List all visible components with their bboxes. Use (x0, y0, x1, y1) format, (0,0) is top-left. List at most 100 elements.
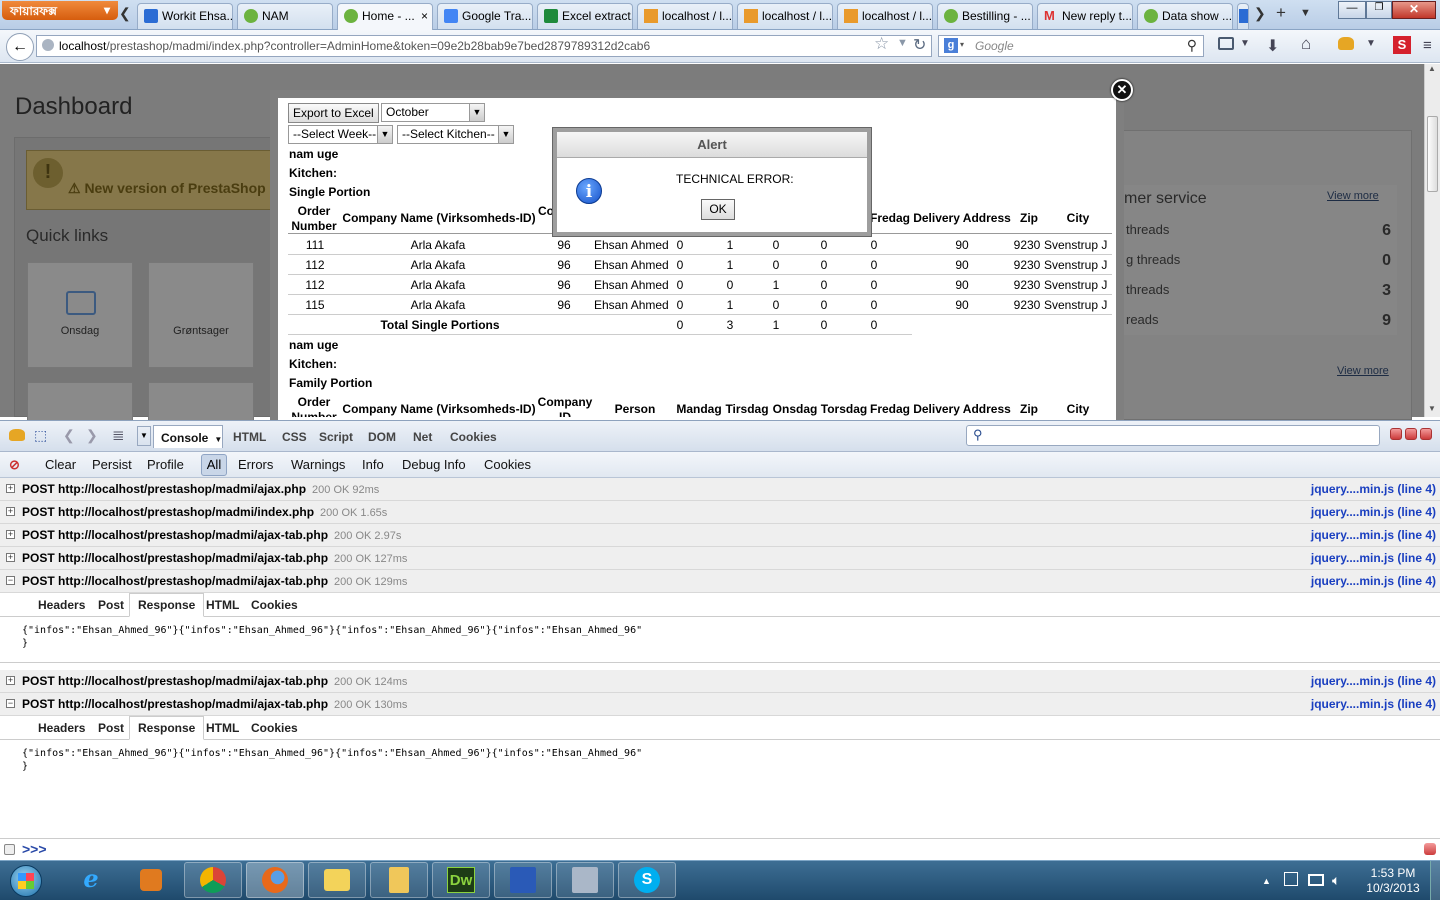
quick-link-card[interactable] (148, 382, 254, 422)
expand-toggle-icon[interactable]: − (6, 699, 15, 708)
action-center-icon[interactable] (1284, 872, 1298, 886)
source-link[interactable]: jquery....min.js (line 4) (1311, 674, 1436, 688)
bookmark-star-icon[interactable]: ☆ (874, 34, 889, 54)
list-tabs-icon[interactable]: ▼ (1300, 7, 1311, 19)
tab-data-show[interactable]: Data show ... (1137, 3, 1233, 29)
filter-debug-info[interactable]: Debug Info (402, 457, 466, 472)
volume-icon[interactable]: 🔈︎ (1332, 872, 1340, 889)
firebug-icon[interactable] (9, 429, 25, 441)
tab-overflow[interactable] (1237, 3, 1249, 29)
close-modal-icon[interactable]: ✕ (1111, 79, 1133, 101)
access-icon[interactable] (556, 862, 614, 898)
bookmarks-dropdown-icon[interactable]: ▼ (1240, 38, 1250, 49)
skype-icon[interactable]: S (618, 862, 676, 898)
scrollbar-thumb[interactable] (1427, 116, 1438, 192)
tab-html[interactable]: HTML (233, 430, 266, 444)
minimize-icon[interactable]: — (1338, 1, 1366, 19)
filter-info[interactable]: Info (362, 457, 384, 472)
tab-excel-extract[interactable]: Excel extract... (537, 3, 633, 29)
word-icon[interactable] (494, 862, 552, 898)
filter-errors[interactable]: Errors (238, 457, 273, 472)
command-line-input[interactable]: >>> (0, 838, 1440, 860)
detach-firebug-icon[interactable] (1405, 428, 1417, 440)
bookmarks-icon[interactable] (1218, 37, 1234, 50)
download-icon[interactable]: ⬇ (1266, 36, 1279, 56)
page-scrollbar[interactable]: ▲ ▼ (1424, 64, 1440, 417)
view-more-link-2[interactable]: View more (1337, 365, 1389, 377)
subtab-post[interactable]: Post (98, 598, 124, 612)
tab-net[interactable]: Net (413, 430, 432, 444)
menu-icon[interactable]: ≡ (1423, 37, 1432, 54)
close-tab-icon[interactable]: × (421, 9, 428, 23)
start-button[interactable] (2, 861, 52, 899)
tab-cookies[interactable]: Cookies (450, 430, 497, 444)
filter-cookies[interactable]: Cookies (484, 457, 531, 472)
quick-link-onsdag[interactable]: Onsdag (27, 262, 133, 368)
source-link[interactable]: jquery....min.js (line 4) (1311, 482, 1436, 496)
console-log-row[interactable]: + POST http://localhost/prestashop/madmi/… (0, 524, 1440, 547)
firebug-dropdown-icon[interactable]: ▼ (1366, 38, 1376, 49)
tab-home[interactable]: Home - ... × (337, 3, 433, 30)
close-window-icon[interactable]: ✕ (1392, 1, 1436, 19)
console-log-row[interactable]: + POST http://localhost/prestashop/madmi/… (0, 501, 1440, 524)
week-select[interactable]: --Select Week-- ▼ (288, 125, 393, 144)
expand-command-icon[interactable] (1424, 843, 1436, 855)
tab-workit[interactable]: Workit Ehsa... (137, 3, 233, 29)
tab-scroll-left-icon[interactable]: ❮ (119, 5, 131, 22)
tab-css[interactable]: CSS (282, 430, 307, 444)
kitchen-select[interactable]: --Select Kitchen-- ▼ (397, 125, 514, 144)
quick-link-grontsager[interactable]: Grøntsager (148, 262, 254, 368)
filter-all[interactable]: All (201, 454, 227, 476)
firebug-icon[interactable] (1338, 37, 1354, 50)
expand-toggle-icon[interactable]: + (6, 553, 15, 562)
scroll-up-icon[interactable]: ▲ (1428, 64, 1436, 73)
tab-phpmyadmin-1[interactable]: localhost / l... (637, 3, 733, 29)
scroll-down-icon[interactable]: ▼ (1428, 404, 1436, 413)
console-log-row[interactable]: + POST http://localhost/prestashop/madmi/… (0, 547, 1440, 570)
tab-gmail[interactable]: M New reply t... (1037, 3, 1133, 29)
inspect-icon[interactable]: ⬚ (34, 427, 47, 444)
media-player-icon[interactable] (122, 862, 180, 898)
source-link[interactable]: jquery....min.js (line 4) (1311, 574, 1436, 588)
tab-google-translate[interactable]: Google Tra... (437, 3, 533, 29)
subtab-response[interactable]: Response (129, 716, 205, 740)
subtab-response[interactable]: Response (129, 593, 205, 617)
internet-explorer-icon[interactable]: e (62, 862, 120, 898)
tab-script[interactable]: Script (319, 430, 353, 444)
console-log-row[interactable]: + POST http://localhost/prestashop/madmi/… (0, 478, 1440, 501)
search-icon[interactable]: ⚲ (1187, 37, 1197, 54)
history-dropdown-icon[interactable]: ▼ (897, 37, 908, 49)
chrome-icon[interactable] (184, 862, 242, 898)
back-button[interactable]: ← (6, 33, 34, 61)
filter-warnings[interactable]: Warnings (291, 457, 345, 472)
firefox-icon[interactable] (246, 862, 304, 898)
minimize-firebug-icon[interactable] (1390, 428, 1402, 440)
tab-dom[interactable]: DOM (368, 430, 396, 444)
forward-icon[interactable]: ❯ (86, 427, 98, 444)
system-clock[interactable]: 1:53 PM 10/3/2013 (1358, 866, 1428, 896)
subtab-post[interactable]: Post (98, 721, 124, 735)
tab-bestilling[interactable]: Bestilling - ... (937, 3, 1033, 29)
reload-icon[interactable]: ↻ (913, 35, 926, 55)
quick-link-card[interactable] (27, 382, 133, 422)
tray-expand-icon[interactable]: ▲ (1262, 876, 1271, 886)
addon-s-icon[interactable]: S (1393, 36, 1411, 54)
expand-toggle-icon[interactable]: − (6, 576, 15, 585)
subtab-html[interactable]: HTML (206, 721, 239, 735)
tab-console[interactable]: Console ▼ (153, 425, 223, 448)
firefox-menu-button[interactable]: ফায়ারফক্স ▾ (2, 1, 118, 20)
subtab-headers[interactable]: Headers (38, 598, 85, 612)
profile-button[interactable]: Profile (147, 457, 184, 472)
subtab-cookies[interactable]: Cookies (251, 721, 298, 735)
url-bar[interactable]: localhost/prestashop/madmi/index.php?con… (36, 35, 932, 57)
show-desktop-button[interactable] (1430, 861, 1440, 900)
search-input[interactable]: g ▾ Google ⚲ (938, 35, 1204, 57)
list-icon[interactable]: ≣ (112, 426, 125, 444)
firebug-search-input[interactable]: ⚲ (966, 425, 1380, 446)
command-editor-icon[interactable] (4, 844, 15, 855)
network-icon[interactable] (1308, 874, 1324, 886)
dreamweaver-icon[interactable]: Dw (432, 862, 490, 898)
close-firebug-icon[interactable] (1420, 428, 1432, 440)
expand-toggle-icon[interactable]: + (6, 676, 15, 685)
menu-dropdown-icon[interactable]: ▼ (137, 426, 151, 446)
